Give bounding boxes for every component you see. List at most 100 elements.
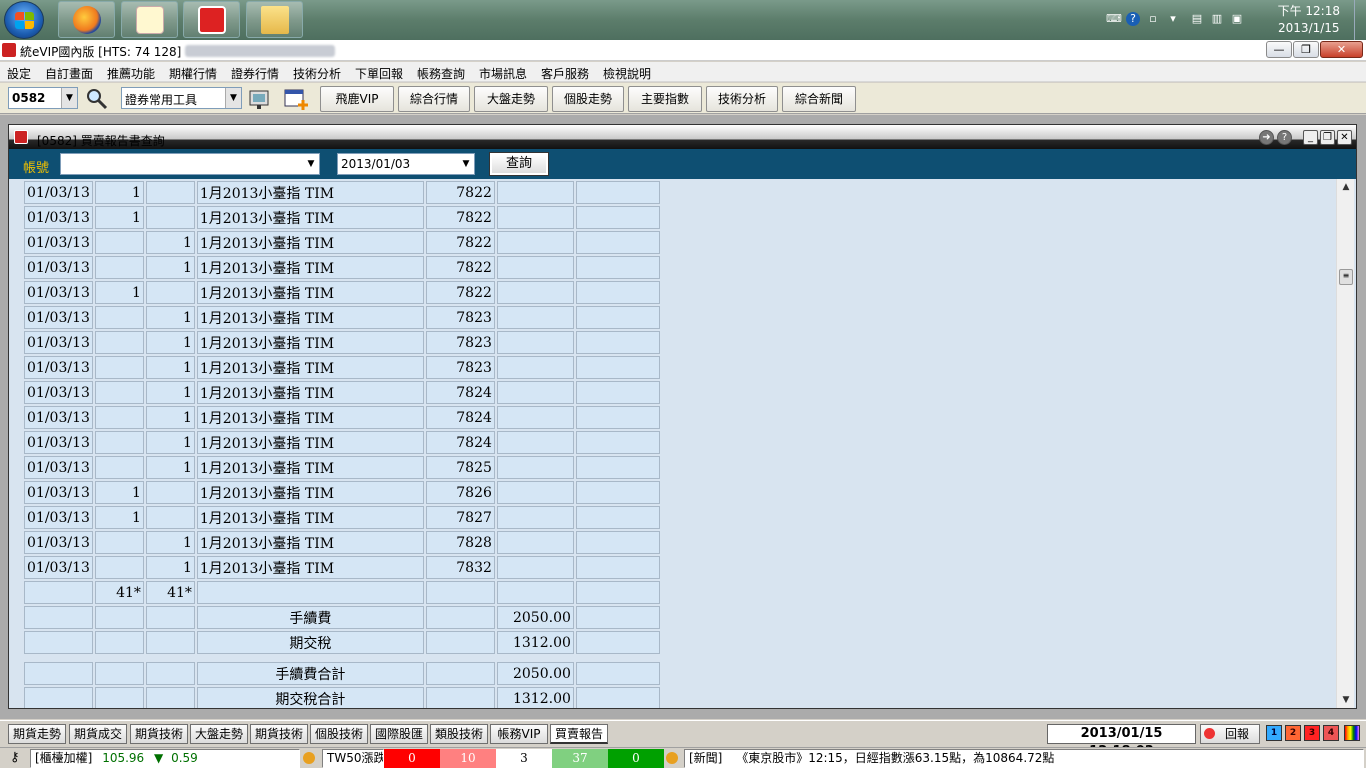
- table-row[interactable]: 01/03/13 1 1月2013小臺指 TIM 7822: [24, 256, 660, 279]
- totals-row[interactable]: 41* 41*: [24, 581, 660, 604]
- color-palette-icon[interactable]: [1344, 725, 1360, 741]
- table-row[interactable]: 01/03/13 1 1月2013小臺指 TIM 7828: [24, 531, 660, 554]
- forward-icon[interactable]: ➜: [1259, 130, 1274, 145]
- table-row[interactable]: 01/03/13 1 1月2013小臺指 TIM 7824: [24, 381, 660, 404]
- main-index-button[interactable]: 主要指數: [628, 86, 702, 112]
- taskbar-vip[interactable]: [183, 1, 240, 38]
- child-close-button[interactable]: ✕: [1337, 130, 1352, 145]
- taskbar-explorer[interactable]: [246, 1, 303, 38]
- tab-futures-trend[interactable]: 期貨走勢: [8, 724, 66, 744]
- tab-account-vip[interactable]: 帳務VIP: [490, 724, 548, 744]
- taskbar-firefox[interactable]: [58, 1, 115, 38]
- news-button[interactable]: 綜合新聞: [782, 86, 856, 112]
- clock[interactable]: 下午 12:18 2013/1/15: [1278, 3, 1340, 37]
- tab-intl-fx[interactable]: 國際股匯: [370, 724, 428, 744]
- table-row[interactable]: 01/03/13 1 1月2013小臺指 TIM 7823: [24, 356, 660, 379]
- tab-stock-tech[interactable]: 個股技術: [310, 724, 368, 744]
- query-button[interactable]: 查詢: [489, 152, 549, 176]
- tab-trade-report[interactable]: 買賣報告: [550, 724, 608, 744]
- tray-expand-icon[interactable]: ▾: [1166, 12, 1180, 26]
- fee-total-row[interactable]: 手續費合計 2050.00: [24, 662, 660, 685]
- table-row[interactable]: 01/03/13 1 1月2013小臺指 TIM 7826: [24, 481, 660, 504]
- menu-customer-service[interactable]: 客戶服務: [541, 65, 589, 82]
- menu-order-report[interactable]: 下單回報: [355, 65, 403, 82]
- network-icon[interactable]: ▤: [1190, 12, 1204, 26]
- table-row[interactable]: 01/03/13 1 1月2013小臺指 TIM 7822: [24, 181, 660, 204]
- chevron-down-icon[interactable]: ▼: [303, 154, 319, 174]
- scroll-up-icon[interactable]: ▲: [1337, 179, 1355, 195]
- table-row[interactable]: 01/03/13 1 1月2013小臺指 TIM 7823: [24, 331, 660, 354]
- tab-market-trend[interactable]: 大盤走勢: [190, 724, 248, 744]
- help-icon[interactable]: ?: [1126, 12, 1140, 26]
- scroll-thumb[interactable]: ≡: [1339, 269, 1353, 285]
- menu-technical-analysis[interactable]: 技術分析: [293, 65, 341, 82]
- search-icon[interactable]: [84, 86, 110, 112]
- chevron-down-icon[interactable]: ▼: [61, 88, 77, 108]
- news-scroll-icon[interactable]: [666, 752, 678, 764]
- screen-3-button[interactable]: 3: [1304, 725, 1320, 741]
- news-ticker[interactable]: [新聞] 《東京股市》12:15，日經指數漲63.15點，為10864.72點: [684, 749, 1364, 768]
- child-minimize-button[interactable]: _: [1303, 130, 1318, 145]
- table-row[interactable]: 01/03/13 1 1月2013小臺指 TIM 7824: [24, 406, 660, 429]
- chevron-down-icon[interactable]: ▼: [225, 88, 241, 108]
- table-row[interactable]: 01/03/13 1 1月2013小臺指 TIM 7832: [24, 556, 660, 579]
- table-row[interactable]: 01/03/13 1 1月2013小臺指 TIM 7824: [24, 431, 660, 454]
- tab-futures-tech[interactable]: 期貨技術: [130, 724, 188, 744]
- minimize-button[interactable]: —: [1266, 41, 1292, 58]
- chevron-down-icon[interactable]: ▼: [458, 154, 474, 174]
- taskbar-app-2[interactable]: [121, 1, 178, 38]
- show-desktop-button[interactable]: [1354, 0, 1366, 40]
- tax-total-row[interactable]: 期交稅合計 1312.00: [24, 687, 660, 708]
- table-row[interactable]: 01/03/13 1 1月2013小臺指 TIM 7822: [24, 281, 660, 304]
- news-label: [新聞]: [689, 751, 723, 765]
- vertical-scrollbar[interactable]: ▲ ≡ ▼: [1336, 179, 1354, 708]
- screen-2-button[interactable]: 2: [1285, 725, 1301, 741]
- help-icon[interactable]: ?: [1277, 130, 1292, 145]
- add-window-icon[interactable]: [283, 86, 309, 112]
- screen-4-button[interactable]: 4: [1323, 725, 1339, 741]
- menu-custom-screen[interactable]: 自訂畫面: [45, 65, 93, 82]
- tools-combo[interactable]: 證券常用工具 ▼: [121, 87, 242, 109]
- menu-securities-quotes[interactable]: 證券行情: [231, 65, 279, 82]
- table-cell: 1月2013小臺指 TIM: [196, 356, 424, 379]
- tab-futures-trades[interactable]: 期貨成交: [69, 724, 127, 744]
- maximize-button[interactable]: ❐: [1293, 41, 1319, 58]
- device-icon[interactable]: ▥: [1210, 12, 1224, 26]
- technical-analysis-button[interactable]: 技術分析: [706, 86, 778, 112]
- close-button[interactable]: ✕: [1320, 41, 1363, 58]
- code-combo[interactable]: 0582 ▼: [8, 87, 78, 109]
- overall-quotes-button[interactable]: 綜合行情: [398, 86, 470, 112]
- keyboard-icon[interactable]: ⌨: [1106, 12, 1122, 26]
- ticker-scroll-icon[interactable]: [303, 752, 315, 764]
- table-row[interactable]: 01/03/13 1 1月2013小臺指 TIM 7822: [24, 231, 660, 254]
- menu-settings[interactable]: 設定: [7, 65, 31, 82]
- table-cell: 1: [145, 331, 195, 354]
- menu-recommend[interactable]: 推薦功能: [107, 65, 155, 82]
- tax-row[interactable]: 期交稅 1312.00: [24, 631, 660, 654]
- tools-icon[interactable]: [247, 86, 273, 112]
- account-combo[interactable]: ▼: [60, 153, 320, 175]
- menu-options-quotes[interactable]: 期權行情: [169, 65, 217, 82]
- report-button[interactable]: 回報: [1200, 724, 1260, 744]
- start-button[interactable]: [4, 1, 44, 39]
- table-row[interactable]: 01/03/13 1 1月2013小臺指 TIM 7823: [24, 306, 660, 329]
- display-icon[interactable]: ▣: [1230, 12, 1244, 26]
- tab-sector-tech[interactable]: 類股技術: [430, 724, 488, 744]
- table-row[interactable]: 01/03/13 1 1月2013小臺指 TIM 7827: [24, 506, 660, 529]
- table-row[interactable]: 01/03/13 1 1月2013小臺指 TIM 7822: [24, 206, 660, 229]
- window-icon[interactable]: ▫: [1146, 12, 1160, 26]
- screen-1-button[interactable]: 1: [1266, 725, 1282, 741]
- menu-account-query[interactable]: 帳務查詢: [417, 65, 465, 82]
- table-row[interactable]: 01/03/13 1 1月2013小臺指 TIM 7825: [24, 456, 660, 479]
- date-combo[interactable]: 2013/01/03 ▼: [337, 153, 475, 175]
- menu-view-help[interactable]: 檢視說明: [603, 65, 651, 82]
- stock-trend-button[interactable]: 個股走勢: [552, 86, 624, 112]
- market-trend-button[interactable]: 大盤走勢: [474, 86, 548, 112]
- child-maximize-button[interactable]: ❐: [1320, 130, 1335, 145]
- table-cell: 7824: [425, 406, 495, 429]
- feilu-vip-button[interactable]: 飛鹿VIP: [320, 86, 394, 112]
- fee-row[interactable]: 手續費 2050.00: [24, 606, 660, 629]
- menu-market-info[interactable]: 市場訊息: [479, 65, 527, 82]
- tab-futures-tech-2[interactable]: 期貨技術: [250, 724, 308, 744]
- scroll-down-icon[interactable]: ▼: [1337, 692, 1355, 708]
